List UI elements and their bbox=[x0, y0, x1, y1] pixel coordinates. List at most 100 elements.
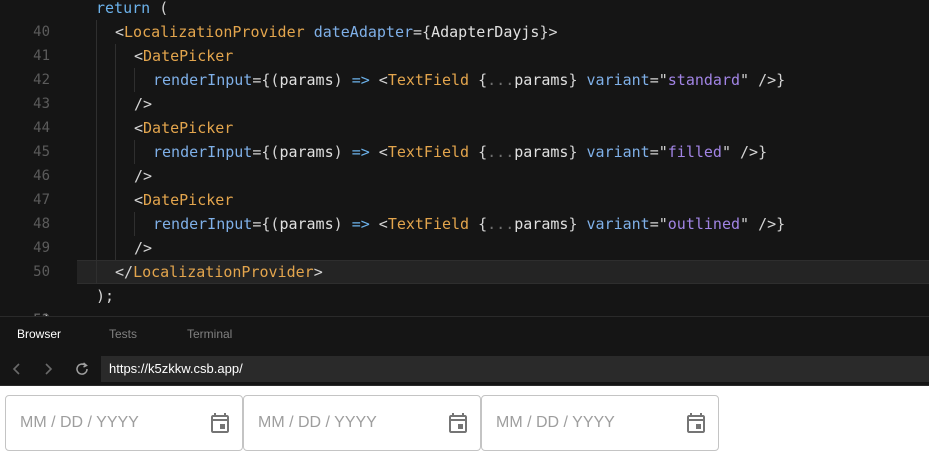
date-placeholder: MM / DD / YYYY bbox=[496, 414, 615, 431]
code-token: variant bbox=[586, 215, 650, 233]
indent-guide bbox=[115, 164, 116, 188]
code-line[interactable]: 50 /> bbox=[0, 236, 929, 280]
code-token: params bbox=[279, 215, 334, 233]
code-token: TextField bbox=[387, 71, 470, 89]
code-editor[interactable]: 40 return ( 41 <LocalizationProvider dat… bbox=[0, 0, 929, 316]
code-line[interactable]: 42 <DatePicker bbox=[0, 44, 929, 88]
code-line[interactable]: 52 ); bbox=[0, 284, 929, 316]
code-line[interactable]: 43 renderInput={(params) => <TextField {… bbox=[0, 68, 929, 112]
indent-guide bbox=[96, 188, 97, 212]
indent-guide bbox=[96, 164, 97, 188]
code-line[interactable]: 40 return ( bbox=[0, 0, 929, 40]
code-token: ... bbox=[487, 215, 515, 233]
code-token: TextField bbox=[387, 215, 470, 233]
code-text: /> bbox=[134, 92, 152, 116]
indent-guide bbox=[115, 236, 116, 260]
code-line[interactable]: 49 renderInput={(params) => <TextField {… bbox=[0, 212, 929, 256]
code-text: renderInput={(params) => <TextField {...… bbox=[153, 140, 767, 164]
url-input[interactable] bbox=[101, 356, 929, 382]
code-token: ); bbox=[96, 287, 115, 305]
code-token: renderInput bbox=[153, 215, 253, 233]
code-token: return bbox=[96, 0, 151, 17]
code-line[interactable]: 47 /> bbox=[0, 164, 929, 208]
code-token: " />} bbox=[740, 215, 786, 233]
calendar-icon[interactable] bbox=[684, 411, 708, 435]
code-token: < bbox=[134, 47, 144, 65]
code-token: ={( bbox=[252, 71, 280, 89]
code-token: DatePicker bbox=[143, 47, 234, 65]
code-token: AdapterDayjs bbox=[431, 23, 540, 41]
date-placeholder: MM / DD / YYYY bbox=[258, 414, 377, 431]
code-token: dateAdapter bbox=[313, 23, 414, 41]
code-token: variant bbox=[586, 143, 650, 161]
code-token: } bbox=[568, 215, 587, 233]
code-token: =" bbox=[649, 215, 668, 233]
code-token: < bbox=[134, 119, 144, 137]
forward-button[interactable] bbox=[38, 359, 58, 379]
code-token: " />} bbox=[740, 71, 786, 89]
indent-guide bbox=[96, 212, 97, 236]
calendar-icon[interactable] bbox=[446, 411, 470, 435]
code-line[interactable]: 48 <DatePicker bbox=[0, 188, 929, 232]
code-token: ( bbox=[150, 0, 169, 17]
code-line[interactable]: 46 renderInput={(params) => <TextField {… bbox=[0, 140, 929, 184]
code-token: { bbox=[469, 143, 488, 161]
code-token: filled bbox=[667, 143, 722, 161]
indent-guide bbox=[134, 212, 135, 236]
code-token: < bbox=[369, 143, 388, 161]
chevron-right-icon bbox=[45, 363, 53, 375]
code-token: params bbox=[279, 71, 334, 89]
code-token: ) bbox=[333, 215, 352, 233]
indent-guide bbox=[115, 212, 116, 236]
browser-toolbar bbox=[0, 352, 929, 386]
date-placeholder: MM / DD / YYYY bbox=[20, 414, 139, 431]
code-token: params bbox=[514, 143, 569, 161]
back-button[interactable] bbox=[7, 359, 27, 379]
indent-guide bbox=[96, 236, 97, 260]
code-token: } bbox=[568, 71, 587, 89]
code-token: < bbox=[134, 191, 144, 209]
indent-guide bbox=[96, 68, 97, 92]
code-token: < bbox=[369, 215, 388, 233]
tab-tests[interactable]: Tests bbox=[109, 317, 137, 353]
code-token: < bbox=[369, 71, 388, 89]
date-picker-field[interactable]: MM / DD / YYYY bbox=[5, 395, 243, 451]
code-token: TextField bbox=[387, 143, 470, 161]
refresh-button[interactable] bbox=[72, 359, 92, 379]
code-token: { bbox=[469, 71, 488, 89]
code-text: return ( bbox=[96, 0, 168, 20]
code-token: </ bbox=[115, 263, 134, 281]
code-line-active[interactable]: 51 </LocalizationProvider> bbox=[0, 260, 929, 316]
indent-guide bbox=[96, 92, 97, 116]
date-picker-field[interactable]: MM / DD / YYYY bbox=[243, 395, 481, 451]
code-token: => bbox=[351, 215, 370, 233]
code-text: /> bbox=[134, 236, 152, 260]
indent-guide bbox=[115, 140, 116, 164]
code-token: params bbox=[514, 71, 569, 89]
indent-guide bbox=[115, 68, 116, 92]
code-text: ); bbox=[96, 284, 114, 308]
indent-guide bbox=[96, 44, 97, 68]
code-token: } bbox=[568, 143, 587, 161]
tab-browser[interactable]: Browser bbox=[17, 317, 61, 353]
code-token: variant bbox=[586, 71, 650, 89]
chevron-left-icon bbox=[12, 363, 20, 375]
code-line[interactable]: 44 /> bbox=[0, 92, 929, 136]
indent-guide bbox=[96, 20, 97, 44]
code-text: </LocalizationProvider> bbox=[115, 260, 323, 284]
refresh-icon bbox=[76, 362, 88, 375]
indent-guide bbox=[115, 188, 116, 212]
code-line[interactable]: 41 <LocalizationProvider dateAdapter={Ad… bbox=[0, 20, 929, 64]
date-picker-field[interactable]: MM / DD / YYYY bbox=[481, 395, 719, 451]
code-token: ... bbox=[487, 71, 515, 89]
code-token: params bbox=[514, 215, 569, 233]
code-token: ={( bbox=[252, 143, 280, 161]
code-line[interactable]: 45 <DatePicker bbox=[0, 116, 929, 160]
code-text: /> bbox=[134, 164, 152, 188]
code-text: renderInput={(params) => <TextField {...… bbox=[153, 68, 785, 92]
preview-area: MM / DD / YYYY MM / DD / YYYY MM / DD / … bbox=[0, 386, 929, 459]
code-text: <DatePicker bbox=[134, 116, 233, 140]
code-token: LocalizationProvider bbox=[124, 23, 305, 41]
calendar-icon[interactable] bbox=[208, 411, 232, 435]
tab-terminal[interactable]: Terminal bbox=[187, 317, 232, 353]
